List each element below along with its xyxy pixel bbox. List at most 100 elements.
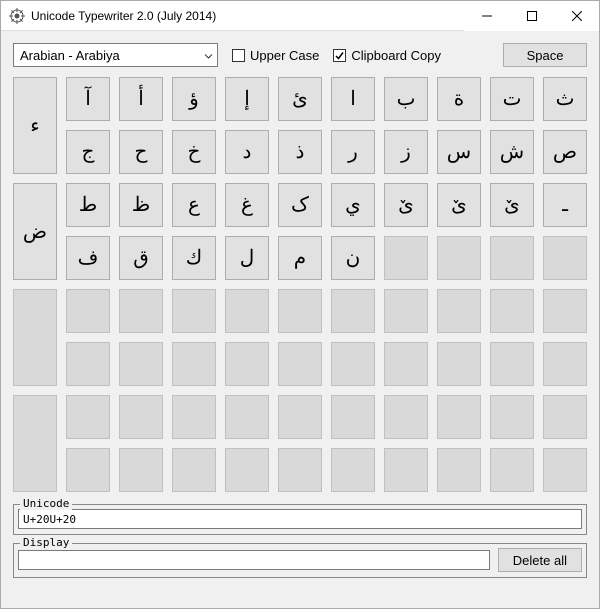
char-key[interactable]: ث [543,77,587,121]
minimize-button[interactable] [464,1,509,31]
char-key[interactable]: ي [331,183,375,227]
char-key[interactable]: غ [225,183,269,227]
blank-key [384,342,428,386]
char-key[interactable]: ن [331,236,375,280]
blank-key [543,236,587,280]
blank-key [13,289,57,386]
blank-key [225,448,269,492]
blank-key [172,342,216,386]
blank-key [119,342,163,386]
blank-key [331,289,375,333]
char-key[interactable]: ص [543,130,587,174]
char-key[interactable]: س [437,130,481,174]
char-key[interactable]: ك [172,236,216,280]
char-key[interactable]: أ [119,77,163,121]
char-key[interactable]: ش [490,130,534,174]
unicode-label: Unicode [20,497,72,510]
close-button[interactable] [554,1,599,31]
char-key[interactable]: ب [384,77,428,121]
blank-key [225,289,269,333]
character-grid: ءآأؤإئابةتثجحخدذرزسشصضطظعغکيێێێـفقكلمن [13,77,587,492]
blank-key [437,448,481,492]
char-key[interactable]: ل [225,236,269,280]
display-fieldset: Display Delete all [13,543,587,578]
blank-key [331,395,375,439]
app-window: Unicode Typewriter 2.0 (July 2014) Arabi… [0,0,600,609]
blank-key [490,395,534,439]
blank-key [437,289,481,333]
unicode-input[interactable] [18,509,582,529]
blank-key [384,395,428,439]
delete-all-button[interactable]: Delete all [498,548,582,572]
clipboard-copy-checkbox[interactable]: Clipboard Copy [333,48,441,63]
blank-key [490,289,534,333]
language-select[interactable]: Arabian - Arabiya [13,43,218,67]
blank-key [331,342,375,386]
window-title: Unicode Typewriter 2.0 (July 2014) [31,9,464,23]
blank-key [172,448,216,492]
char-key[interactable]: ف [66,236,110,280]
char-key[interactable]: ێ [490,183,534,227]
space-button[interactable]: Space [503,43,587,67]
toolbar-row: Arabian - Arabiya Upper Case Clipboard C… [13,43,587,67]
char-key[interactable]: ێ [384,183,428,227]
char-key[interactable]: خ [172,130,216,174]
char-key[interactable]: ر [331,130,375,174]
char-key[interactable]: ا [331,77,375,121]
char-key[interactable]: م [278,236,322,280]
blank-key [543,342,587,386]
char-key[interactable]: ئ [278,77,322,121]
display-input[interactable] [18,550,490,570]
char-key[interactable]: ز [384,130,428,174]
blank-key [66,289,110,333]
blank-key [278,342,322,386]
blank-key [66,395,110,439]
upper-case-checkbox[interactable]: Upper Case [232,48,319,63]
blank-key [543,395,587,439]
char-key[interactable]: ؤ [172,77,216,121]
blank-key [278,289,322,333]
blank-key [331,448,375,492]
blank-key [384,289,428,333]
blank-key [543,289,587,333]
char-key[interactable]: د [225,130,269,174]
char-key[interactable]: ک [278,183,322,227]
char-key[interactable]: ح [119,130,163,174]
char-key[interactable]: ة [437,77,481,121]
blank-key [225,395,269,439]
char-key[interactable]: ج [66,130,110,174]
checkbox-box [333,49,346,62]
char-key[interactable]: آ [66,77,110,121]
blank-key [384,236,428,280]
char-key[interactable]: ط [66,183,110,227]
blank-key [437,236,481,280]
char-key[interactable]: ێ [437,183,481,227]
blank-key [172,289,216,333]
char-key[interactable]: ظ [119,183,163,227]
clipboard-copy-label: Clipboard Copy [351,48,441,63]
blank-key [66,342,110,386]
blank-key [66,448,110,492]
char-key[interactable]: ء [13,77,57,174]
blank-key [437,342,481,386]
char-key[interactable]: ذ [278,130,322,174]
char-key[interactable]: ـ [543,183,587,227]
blank-key [384,448,428,492]
language-select-value: Arabian - Arabiya [20,48,120,63]
blank-key [490,448,534,492]
char-key[interactable]: ق [119,236,163,280]
blank-key [119,395,163,439]
app-icon [9,8,25,24]
client-area: Arabian - Arabiya Upper Case Clipboard C… [1,31,599,608]
char-key[interactable]: إ [225,77,269,121]
maximize-button[interactable] [509,1,554,31]
blank-key [119,448,163,492]
char-key[interactable]: ض [13,183,57,280]
blank-key [119,289,163,333]
unicode-fieldset: Unicode [13,504,587,535]
blank-key [437,395,481,439]
char-key[interactable]: ت [490,77,534,121]
char-key[interactable]: ع [172,183,216,227]
window-controls [464,1,599,31]
blank-key [490,342,534,386]
